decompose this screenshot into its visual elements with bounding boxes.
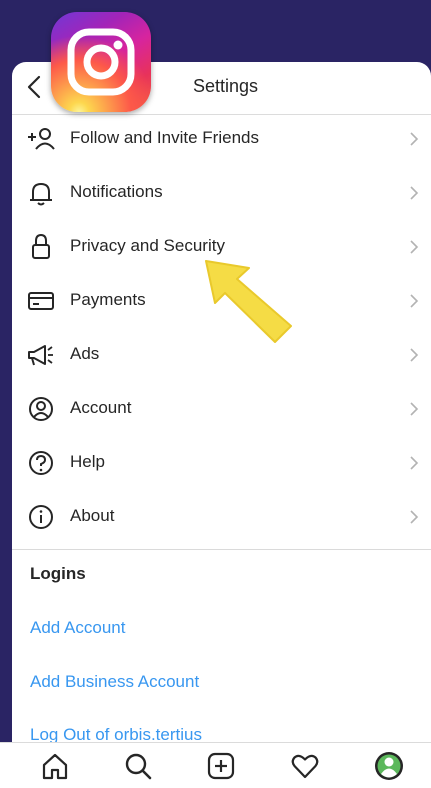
chevron-right-icon: [410, 456, 419, 470]
instagram-logo-icon: [51, 12, 151, 112]
add-account-link[interactable]: Add Account: [30, 618, 125, 638]
bell-icon: [30, 183, 52, 206]
home-icon[interactable]: [40, 751, 70, 781]
bottom-tab-bar: [0, 742, 431, 788]
menu-item-label: Privacy and Security: [70, 236, 225, 255]
new-post-icon[interactable]: [206, 751, 236, 781]
add-business-account-link[interactable]: Add Business Account: [30, 672, 199, 692]
menu-item-label: Notifications: [70, 182, 163, 201]
help-icon: [29, 451, 53, 475]
chevron-right-icon: [410, 402, 419, 416]
camera-glyph-icon: [67, 28, 135, 96]
menu-item-label: Follow and Invite Friends: [70, 128, 259, 147]
megaphone-icon: [28, 345, 53, 366]
profile-avatar-icon[interactable]: [374, 751, 404, 781]
menu-item-notifications[interactable]: Notifications: [12, 166, 431, 220]
settings-panel: Settings Follow and Invite Friends Notif…: [12, 62, 431, 787]
pointer-arrow-icon: [205, 260, 292, 343]
menu-item-help[interactable]: Help: [12, 436, 431, 490]
menu-item-label: Ads: [70, 344, 100, 363]
chevron-right-icon: [410, 510, 419, 524]
menu-item-label: Payments: [70, 290, 146, 309]
chevron-right-icon: [410, 186, 419, 200]
menu-item-follow-invite[interactable]: Follow and Invite Friends: [12, 112, 431, 166]
chevron-right-icon: [410, 348, 419, 362]
menu-item-account[interactable]: Account: [12, 382, 431, 436]
chevron-right-icon: [410, 240, 419, 254]
menu-item-about[interactable]: About: [12, 490, 431, 544]
logins-section-title: Logins: [30, 564, 86, 583]
add-person-icon: [28, 128, 55, 150]
info-icon: [29, 505, 53, 529]
chevron-right-icon: [410, 294, 419, 308]
account-icon: [29, 397, 53, 421]
card-icon: [28, 292, 54, 310]
menu-item-label: Account: [70, 398, 132, 417]
lock-icon: [32, 233, 50, 259]
menu-item-label: About: [70, 506, 115, 525]
search-icon[interactable]: [123, 751, 153, 781]
heart-icon[interactable]: [290, 751, 320, 781]
section-divider: [12, 549, 431, 550]
menu-item-label: Help: [70, 452, 105, 471]
chevron-right-icon: [410, 132, 419, 146]
